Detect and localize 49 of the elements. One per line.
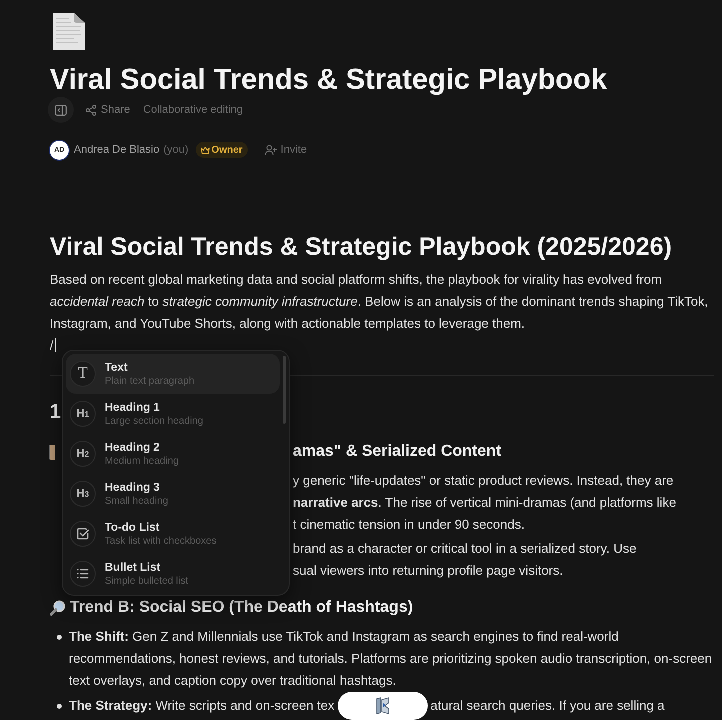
bullet-icon	[57, 704, 62, 708]
bullet-text: y generic "life-updates" or static product reviews. Instead, they are narrative arcs. The rise of vertical mini-dramas (and platforms like t cinematic tension in under 90 seconds.	[293, 472, 676, 534]
menu-item-title: Text	[105, 360, 129, 374]
checkbox-icon	[70, 521, 96, 547]
menu-item-description: Plain text paragraph	[105, 374, 195, 388]
panel-icon	[55, 104, 67, 116]
slash-command-text[interactable]: /	[50, 338, 54, 352]
document-title: Viral Social Trends & Strategic Playbook	[50, 63, 608, 97]
share-button[interactable]: Share	[86, 104, 130, 116]
trend-heading: Trend B: Social SEO (The Death of Hashtags)	[70, 598, 414, 618]
text-cursor-icon	[54, 338, 56, 352]
menu-item[interactable]: To-do List Task list with checkboxes	[66, 514, 280, 554]
menu-item-description: Large section heading	[105, 414, 204, 428]
menu-item[interactable]: Bullet List Simple bulleted list	[66, 554, 280, 594]
floating-button[interactable]	[338, 692, 428, 720]
trend-heading: amas" & Serialized Content	[293, 442, 503, 462]
document-heading: Viral Social Trends & Strategic Playbook (2025/2026)	[50, 232, 674, 262]
intro-paragraph: Based on recent global marketing data and social platform shifts, the playbook for virality has evolved from accidental reach to strategic community infrastructure. Below is an analysis of the dominant trends shaping TikTok, Instagram, and YouTube Shorts, along with actionable templates to leverage them.	[50, 271, 710, 333]
bullet-text: atural search queries. If you are selling a	[430, 697, 665, 715]
menu-item-title: To-do List	[105, 520, 161, 534]
menu-item-title: Bullet List	[105, 560, 162, 574]
menu-item-description: Simple bulleted list	[105, 574, 188, 588]
section-heading: 1	[50, 400, 61, 425]
you-label: (you)	[164, 144, 189, 156]
bullet-text: The Shift: Gen Z and Millennials use TikTok and Instagram as search engines to find real-world recommendations, honest reviews, and tutorials. Platforms are prioritizing spoken audio transcription, on-screen text overlays, and caption copy over traditional hashtags.	[69, 629, 712, 688]
menu-item[interactable]: T Text Plain text paragraph	[66, 354, 280, 394]
emoji-icon	[49, 444, 55, 460]
menu-item-description: Small heading	[105, 494, 168, 508]
scrollbar-thumb[interactable]	[283, 356, 286, 424]
list-icon	[70, 561, 96, 587]
magnifier-icon	[50, 600, 66, 616]
menu-item-title: Heading 3	[105, 480, 161, 494]
person-add-icon	[264, 144, 277, 156]
role-label: Owner	[212, 144, 243, 156]
crown-icon	[200, 146, 210, 154]
text-style-symbol: T	[70, 361, 96, 387]
menu-item-title: Heading 1	[105, 400, 161, 414]
emblem-icon	[376, 697, 390, 715]
document-icon	[52, 12, 86, 50]
menu-item-title: Heading 2	[105, 440, 161, 454]
bullet-text: brand as a character or critical tool in a serialized story. Use sual viewers into returning profile page visitors.	[293, 540, 637, 580]
sidebar-toggle-button[interactable]	[48, 97, 74, 123]
menu-item-description: Medium heading	[105, 454, 179, 468]
share-icon	[86, 104, 97, 116]
bullet-text: The Strategy: Write scripts and on-screen tex	[69, 697, 335, 715]
mode-label: Collaborative editing	[143, 104, 244, 116]
menu-item-description: Task list with checkboxes	[105, 534, 217, 548]
bullet-icon	[57, 634, 62, 640]
user-name: Andrea De Blasio	[74, 144, 160, 156]
